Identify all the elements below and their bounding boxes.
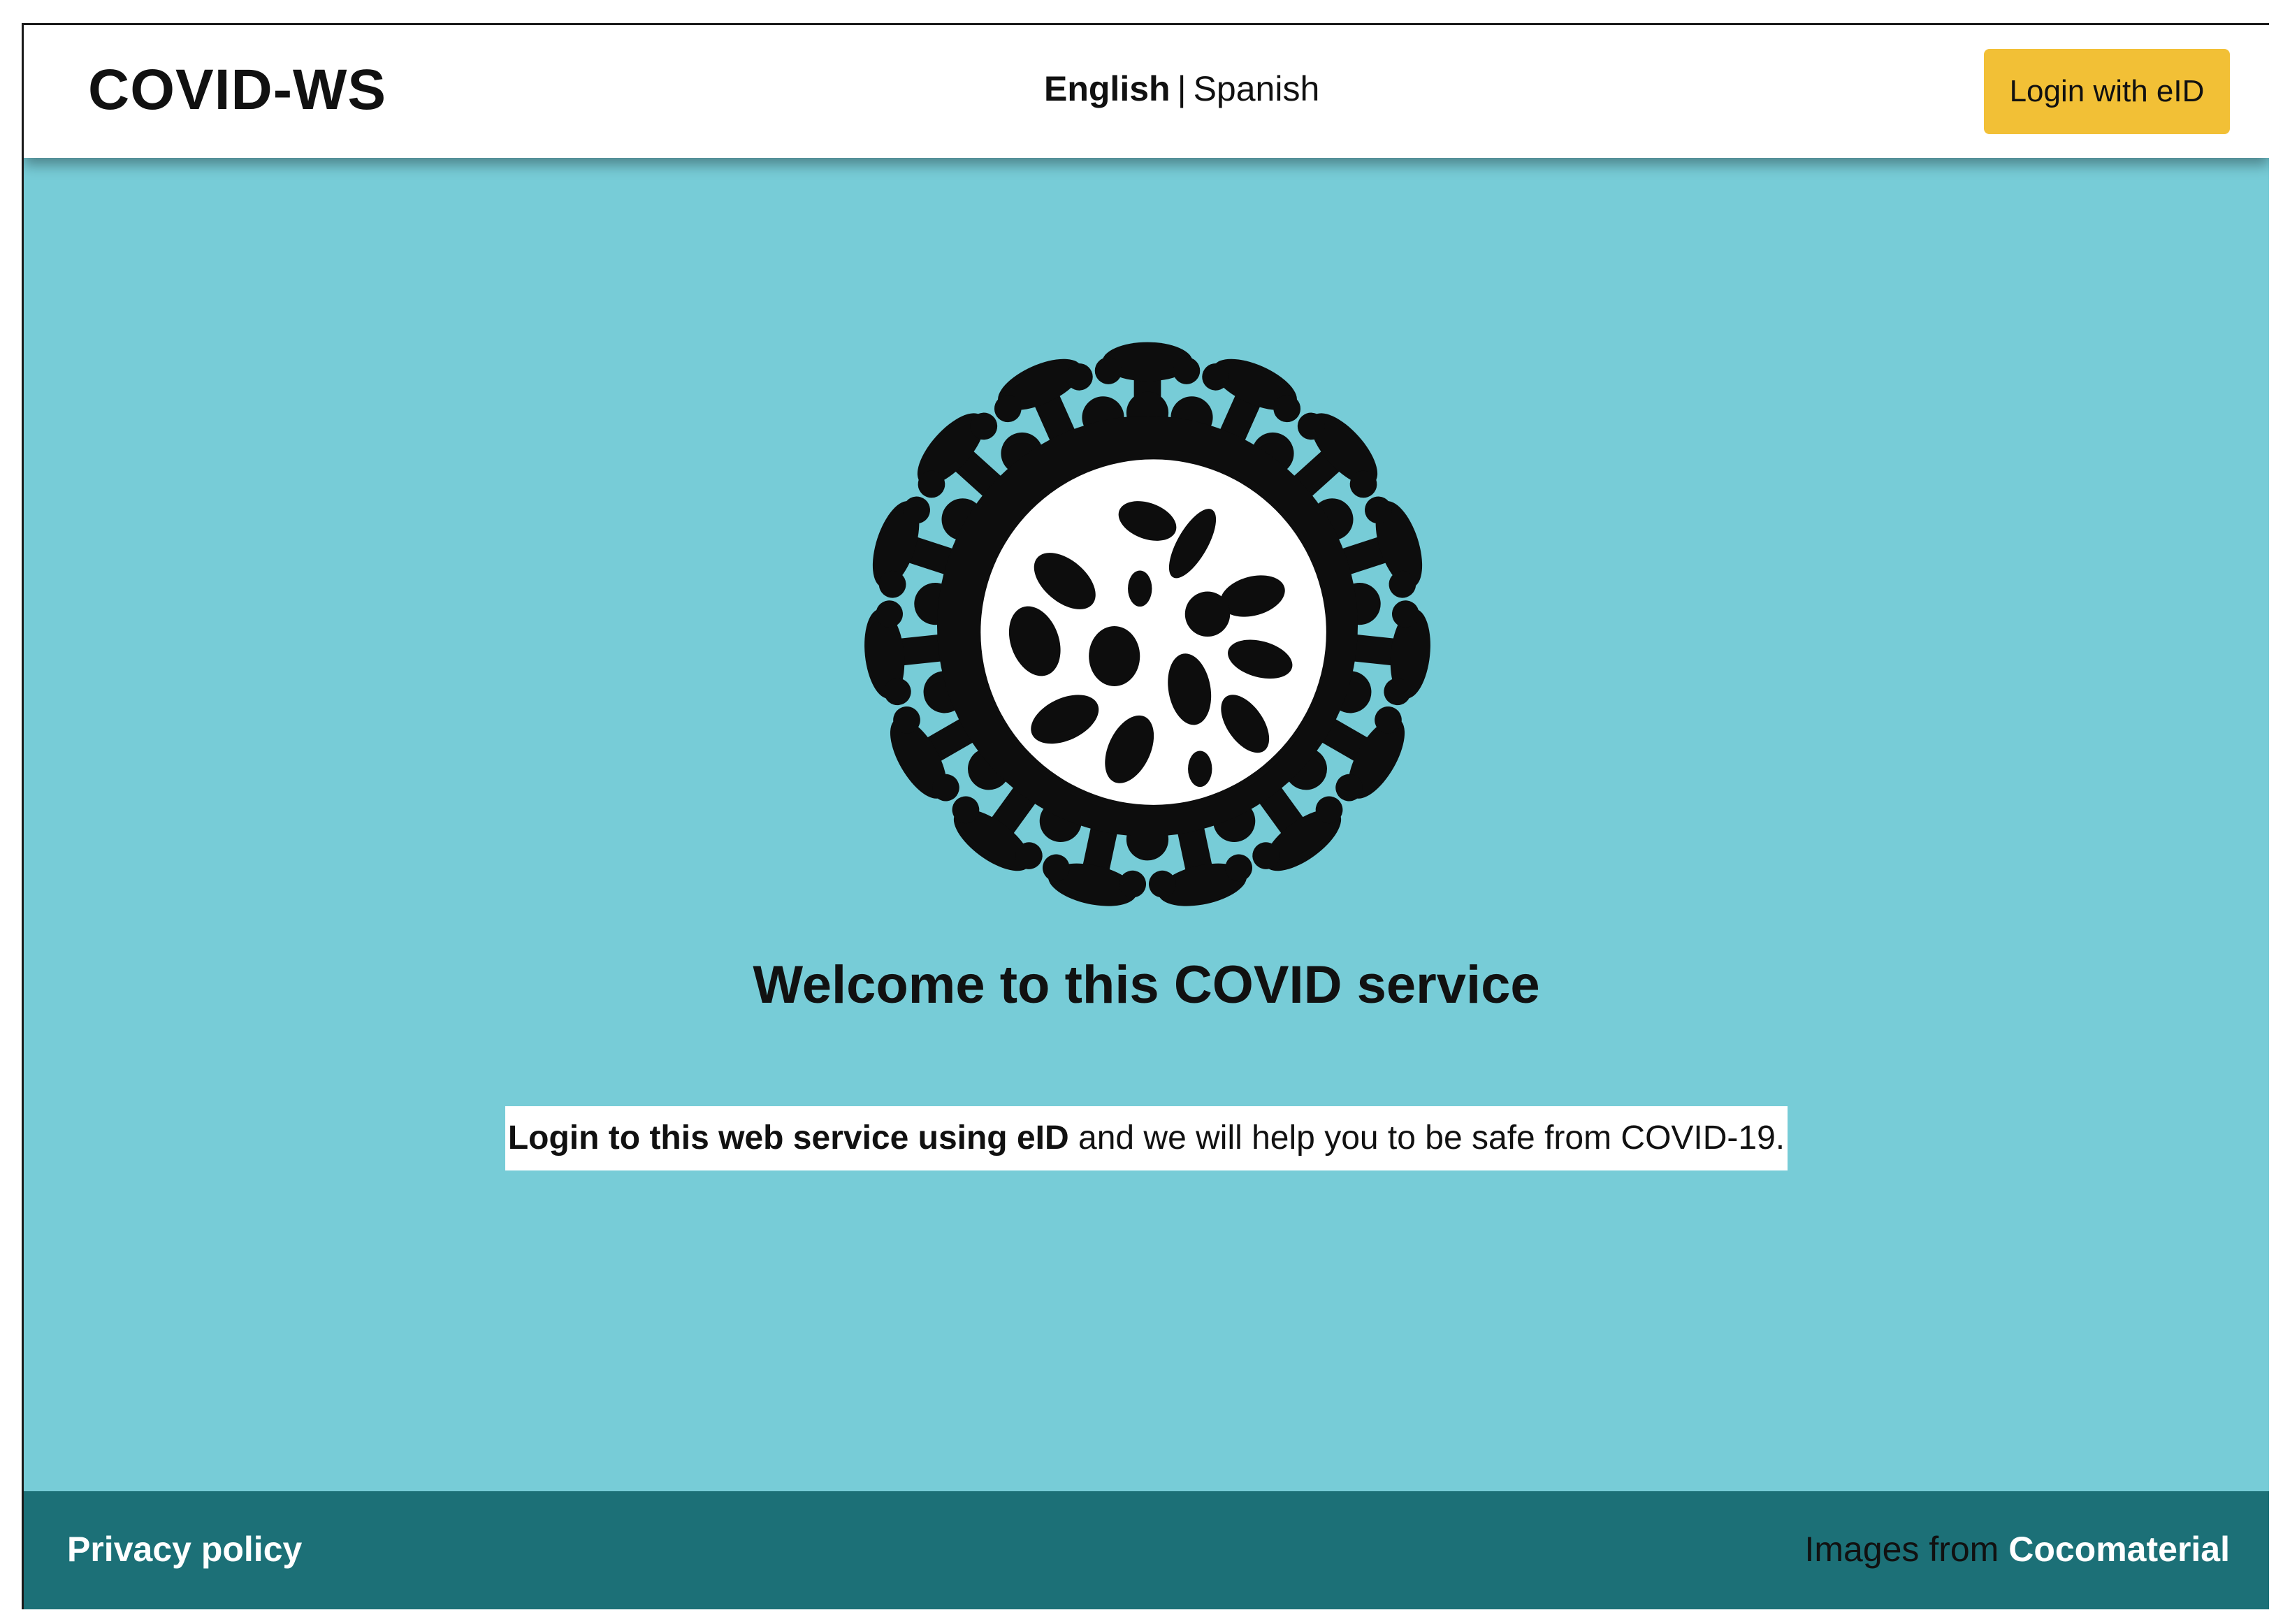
browser-viewport: COVID-WS English | Spanish Login with eID — [22, 23, 2269, 1609]
welcome-heading: Welcome to this COVID service — [753, 955, 1540, 1015]
tagline-container: Login to this web service using eID and … — [24, 1106, 2269, 1170]
top-navbar: COVID-WS English | Spanish Login with eID — [24, 25, 2269, 158]
tagline-text: Login to this web service using eID and … — [505, 1106, 1788, 1170]
tagline-bold: Login to this web service using eID — [507, 1119, 1069, 1157]
language-separator: | — [1177, 69, 1187, 108]
coronavirus-icon — [860, 342, 1435, 915]
language-spanish[interactable]: Spanish — [1194, 69, 1320, 108]
privacy-policy-link[interactable]: Privacy policy — [67, 1532, 302, 1567]
tagline-rest: and we will help you to be safe from COV… — [1068, 1119, 1785, 1157]
login-with-eid-button[interactable]: Login with eID — [1984, 49, 2230, 134]
credits-prefix: Images from — [1804, 1530, 2009, 1569]
image-credits: Images from Cocomaterial — [1804, 1532, 2230, 1567]
site-brand[interactable]: COVID-WS — [88, 61, 386, 119]
language-switcher: English | Spanish — [1044, 71, 1319, 106]
cocomaterial-link[interactable]: Cocomaterial — [2008, 1530, 2230, 1569]
language-english[interactable]: English — [1044, 69, 1170, 108]
hero-section: Welcome to this COVID service Login to t… — [24, 158, 2269, 1491]
page-footer: Privacy policy Images from Cocomaterial — [24, 1491, 2269, 1609]
